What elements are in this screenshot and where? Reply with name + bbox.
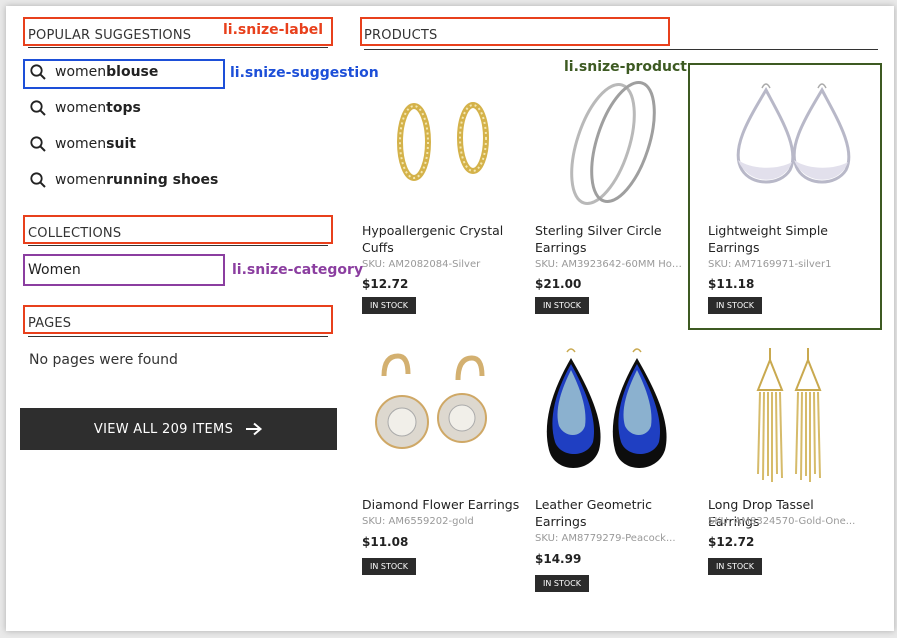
search-icon [30,100,46,116]
annotation-box-category [23,254,225,286]
annotation-label-category: li.snize-category [232,262,364,278]
annotation-box-product [688,63,882,330]
view-all-label: VIEW ALL 209 ITEMS [93,421,234,437]
stock-badge: IN STOCK [362,297,416,314]
product-price: $11.08 [362,535,409,549]
suggestion-prefix: women [55,172,107,188]
suggestion-item[interactable]: women tops [29,98,141,118]
product-name[interactable]: Sterling Silver Circle Earrings [535,222,693,256]
product-price: $12.72 [708,535,755,549]
annotation-label-suggestion: li.snize-suggestion [230,65,379,81]
suggestion-term: tops [106,100,141,116]
flower-earrings-image [375,353,487,449]
annotation-box-label [23,215,333,244]
search-icon [30,136,46,152]
stock-badge: IN STOCK [708,558,762,575]
annotation-box-label [360,17,670,46]
product-price: $12.72 [362,277,409,291]
search-dropdown-panel: POPULAR SUGGESTIONS women blouse women top… [6,6,894,631]
suggestion-prefix: women [55,100,107,116]
stock-badge: IN STOCK [535,575,589,592]
arrow-right-icon [246,422,263,436]
annotation-box-label [23,305,333,334]
annotation-label-product: li.snize-product [564,59,687,75]
product-name[interactable]: Diamond Flower Earrings [362,496,520,513]
product-sku: SKU: AM8779279-Peacock... [535,533,676,544]
stock-badge: IN STOCK [535,297,589,314]
suggestion-prefix: women [55,136,107,152]
divider [28,336,328,337]
view-all-button[interactable]: VIEW ALL 209 ITEMS [20,408,337,450]
product-name[interactable]: Hypoallergenic Crystal Cuffs [362,222,520,256]
gold-hoop-earrings-image [397,102,489,181]
product-sku: SKU: AM8324570-Gold-One... [708,516,856,527]
annotation-label-label: li.snize-label [223,22,324,38]
suggestion-term: running shoes [106,172,219,188]
divider [364,49,878,50]
product-name[interactable]: Leather Geometric Earrings [535,496,693,530]
suggestion-item[interactable]: women suit [29,134,136,154]
no-pages-message: No pages were found [29,352,178,368]
product-price: $21.00 [535,277,582,291]
product-sku: SKU: AM3923642-60MM Hoop... [535,259,685,270]
product-sku: SKU: AM6559202-gold [362,516,474,527]
product-sku: SKU: AM2082084-Silver [362,259,481,270]
stock-badge: IN STOCK [362,558,416,575]
divider [28,245,328,246]
product-price: $14.99 [535,552,582,566]
suggestion-item[interactable]: women running shoes [29,170,218,190]
annotation-box-suggestion [23,59,225,89]
divider [28,47,328,48]
search-icon [30,172,46,188]
leather-teardrop-earrings-image [546,348,667,468]
silver-hoop-earrings-image [570,80,656,206]
suggestion-term: suit [106,136,136,152]
tassel-earrings-image [756,348,822,482]
